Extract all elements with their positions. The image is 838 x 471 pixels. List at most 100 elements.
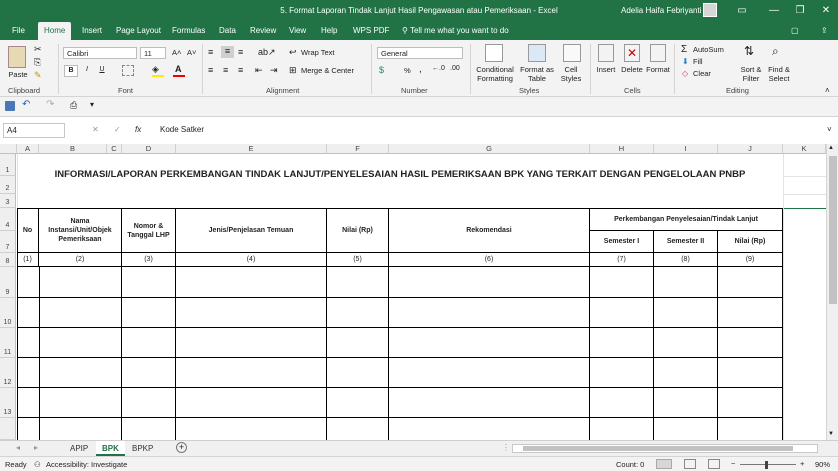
col-header-i[interactable]: I [654, 144, 718, 154]
number-cell[interactable]: (9) [718, 253, 783, 267]
formula-input[interactable]: Kode Satker [160, 125, 204, 134]
undo-icon[interactable]: ↶ [22, 99, 30, 110]
tab-split-handle-icon[interactable]: ⋮ [502, 443, 510, 452]
autosum-button[interactable]: AutoSum [693, 45, 724, 54]
delete-cells-button[interactable]: Delete [619, 65, 645, 74]
tab-wps-pdf[interactable]: WPS PDF [347, 22, 395, 40]
number-cell[interactable]: (1) [17, 253, 39, 267]
row-header[interactable]: 10 [0, 298, 16, 328]
row-header[interactable]: 9 [0, 267, 16, 298]
scroll-thumb[interactable] [829, 156, 837, 304]
row-header[interactable]: 1 [0, 154, 16, 176]
copy-icon[interactable]: ⎘ [34, 57, 41, 68]
decrease-indent-icon[interactable]: ⇤ [255, 65, 263, 76]
page-break-view-icon[interactable] [708, 459, 720, 469]
format-as-table-button[interactable]: Format as Table [519, 65, 555, 83]
zoom-slider-thumb[interactable] [765, 461, 768, 469]
share-icon[interactable]: ⇪ [815, 22, 834, 40]
row-header[interactable]: 4 [0, 208, 16, 231]
align-middle-icon[interactable]: ≡ [221, 46, 234, 58]
sort-filter-button[interactable]: Sort & Filter [737, 65, 765, 83]
next-sheet-icon[interactable]: ▸ [34, 443, 38, 452]
header-nilai-2[interactable]: Nilai (Rp) [718, 231, 783, 253]
fill-button[interactable]: Fill [693, 57, 703, 66]
report-title[interactable]: INFORMASI/LAPORAN PERKEMBANGAN TINDAK LA… [17, 169, 783, 183]
header-no[interactable]: No [17, 209, 39, 253]
select-all-corner[interactable] [0, 144, 17, 154]
col-header-e[interactable]: E [176, 144, 327, 154]
merge-center-button[interactable]: Merge & Center [301, 66, 354, 75]
header-rekomendasi[interactable]: Rekomendasi [389, 209, 590, 253]
row-header[interactable]: 8 [0, 253, 16, 267]
align-bottom-icon[interactable]: ≡ [238, 47, 243, 57]
worksheet-grid[interactable]: A B C D E F G H I J K 1 2 3 4 7 8 9 10 1… [0, 144, 838, 440]
format-painter-icon[interactable]: ✎ [34, 70, 42, 81]
cell-styles-button[interactable]: Cell Styles [557, 65, 585, 83]
header-nomor[interactable]: Nomor & Tanggal LHP [122, 209, 176, 253]
zoom-slider[interactable] [740, 464, 796, 465]
zoom-out-icon[interactable]: − [731, 459, 735, 468]
zoom-in-icon[interactable]: + [800, 459, 804, 468]
page-layout-view-icon[interactable] [684, 459, 696, 469]
minimize-button[interactable]: — [767, 4, 781, 18]
collapse-ribbon-icon[interactable]: ˄ [825, 86, 830, 95]
font-size-select[interactable]: 11 [140, 47, 166, 59]
scroll-up-icon[interactable]: ▲ [828, 145, 834, 151]
tell-me-search[interactable]: ⚲ Tell me what you want to do [396, 22, 515, 40]
decrease-decimal-icon[interactable]: .00 [450, 65, 460, 72]
prev-sheet-icon[interactable]: ◂ [16, 443, 20, 452]
shrink-font-button[interactable]: A˅ [187, 48, 196, 57]
horizontal-scrollbar[interactable] [512, 444, 818, 453]
number-cell[interactable]: (5) [327, 253, 389, 267]
h-scroll-thumb[interactable] [523, 446, 793, 451]
paste-button[interactable]: Paste [6, 70, 30, 79]
scroll-down-icon[interactable]: ▼ [828, 431, 834, 437]
row-header[interactable] [0, 418, 16, 440]
tab-view[interactable]: View [283, 22, 312, 40]
header-jenis[interactable]: Jenis/Penjelasan Temuan [176, 209, 327, 253]
expand-formula-icon[interactable]: ˅ [827, 125, 832, 134]
borders-icon[interactable] [122, 65, 134, 76]
header-nilai[interactable]: Nilai (Rp) [327, 209, 389, 253]
col-header-k[interactable]: K [783, 144, 826, 154]
col-header-f[interactable]: F [327, 144, 389, 154]
align-right-icon[interactable]: ≡ [238, 65, 243, 75]
col-header-a[interactable]: A [17, 144, 39, 154]
header-semester-1[interactable]: Semester I [590, 231, 654, 253]
tab-help[interactable]: Help [315, 22, 343, 40]
row-header[interactable]: 3 [0, 194, 16, 208]
number-format-select[interactable]: General [377, 47, 463, 59]
tab-review[interactable]: Review [244, 22, 282, 40]
row-header[interactable]: 7 [0, 231, 16, 253]
align-left-icon[interactable]: ≡ [208, 65, 213, 75]
comments-icon[interactable]: ▢ [785, 22, 805, 40]
row-header[interactable]: 12 [0, 358, 16, 388]
user-name[interactable]: Adelia Haifa Febriyanti [621, 6, 701, 15]
header-nama[interactable]: Nama Instansi/Unit/Objek Pemeriksaan [39, 209, 122, 253]
col-header-b[interactable]: B [39, 144, 107, 154]
increase-decimal-icon[interactable]: ←.0 [432, 65, 445, 72]
tab-formulas[interactable]: Formulas [166, 22, 211, 40]
italic-button[interactable]: I [80, 65, 94, 77]
row-header[interactable]: 2 [0, 176, 16, 194]
align-top-icon[interactable]: ≡ [208, 47, 213, 57]
increase-indent-icon[interactable]: ⇥ [270, 65, 278, 76]
col-header-j[interactable]: J [718, 144, 783, 154]
enter-icon[interactable]: ✓ [114, 125, 121, 134]
conditional-formatting-button[interactable]: Conditional Formatting [474, 65, 516, 83]
tab-insert[interactable]: Insert [76, 22, 108, 40]
row-header[interactable]: 13 [0, 388, 16, 418]
row-header[interactable]: 11 [0, 328, 16, 358]
number-cell[interactable]: (3) [122, 253, 176, 267]
tab-data[interactable]: Data [213, 22, 242, 40]
orientation-icon[interactable]: ab↗ [258, 47, 276, 58]
ribbon-display-icon[interactable]: ▭ [735, 4, 749, 18]
sheet-tab-bpk[interactable]: BPK [96, 441, 125, 456]
normal-view-icon[interactable] [656, 459, 672, 469]
font-color-icon[interactable]: A [175, 64, 182, 74]
save-icon[interactable] [5, 101, 15, 111]
add-sheet-icon[interactable]: + [176, 442, 187, 453]
sheet-tab-apip[interactable]: APIP [64, 441, 94, 456]
col-header-h[interactable]: H [590, 144, 654, 154]
print-preview-icon[interactable]: ⎙ [70, 100, 77, 111]
